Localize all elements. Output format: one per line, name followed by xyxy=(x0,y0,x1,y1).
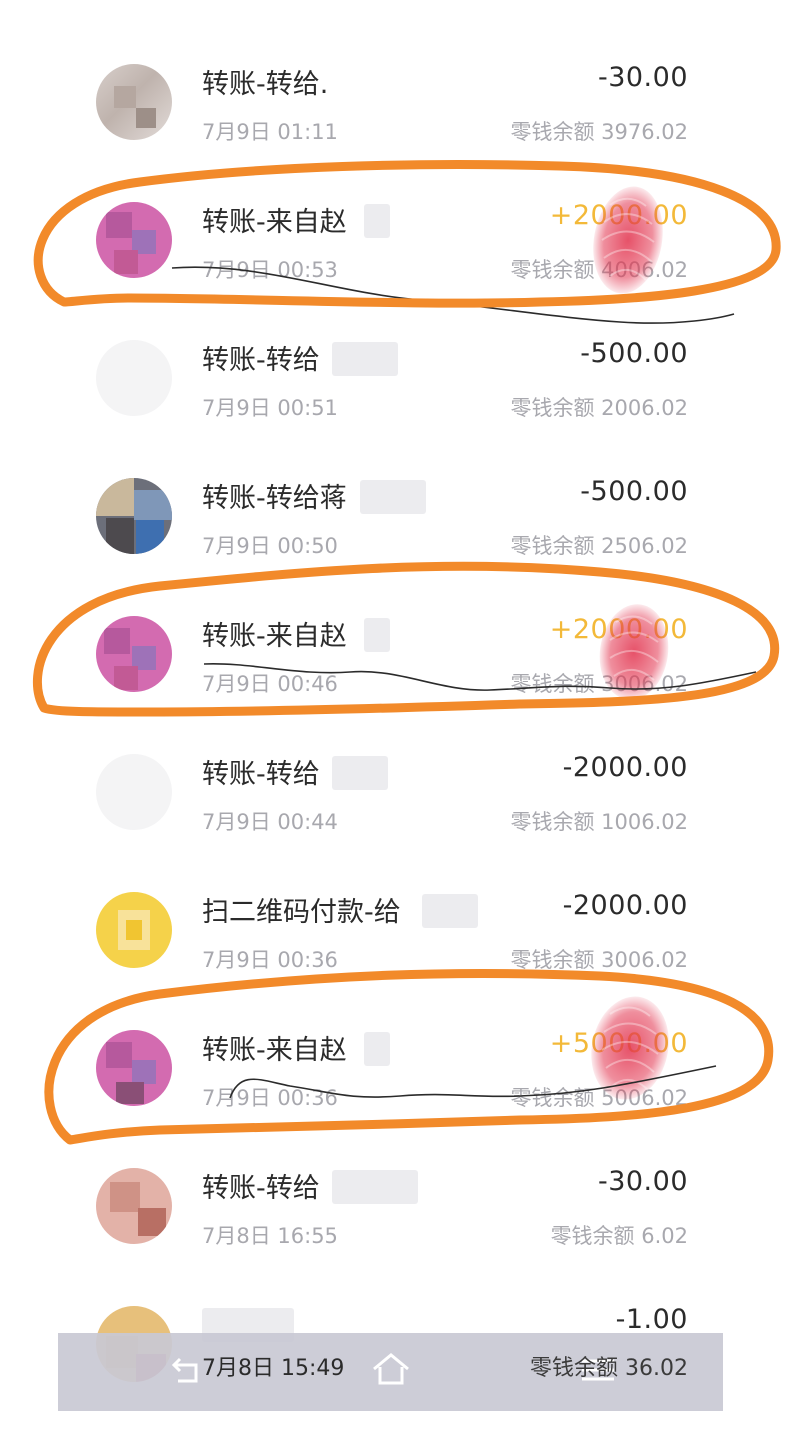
balance-text: 零钱余额 3006.02 xyxy=(510,672,688,696)
balance-text: 零钱余额 2506.02 xyxy=(510,534,688,558)
avatar xyxy=(96,202,172,278)
balance-text: 零钱余额 5006.02 xyxy=(510,1086,688,1110)
avatar xyxy=(96,1030,172,1106)
list-item[interactable]: 转账-转给 7月9日 00:51 -500.00 零钱余额 2006.02 xyxy=(0,312,800,450)
redaction-blur xyxy=(364,204,390,238)
redaction-blur xyxy=(360,480,426,514)
transaction-title: 转账-转给 xyxy=(202,1173,320,1204)
avatar xyxy=(96,340,172,416)
balance-text: 零钱余额 3976.02 xyxy=(510,120,688,144)
list-item[interactable]: 转账-转给 7月8日 16:55 -30.00 零钱余额 6.02 xyxy=(0,1140,800,1278)
redaction-blur xyxy=(422,894,478,928)
transaction-title: 转账-转给 xyxy=(202,759,320,790)
transaction-title: 转账-转给. xyxy=(202,69,329,100)
transaction-time: 7月9日 00:53 xyxy=(202,258,338,282)
redaction-blur xyxy=(364,618,390,652)
balance-text: 零钱余额 3006.02 xyxy=(510,948,688,972)
balance-text: 零钱余额 2006.02 xyxy=(510,396,688,420)
balance-text: 零钱余额 6.02 xyxy=(550,1224,688,1248)
transaction-time: 7月9日 00:50 xyxy=(202,534,338,558)
avatar xyxy=(96,1168,172,1244)
transaction-time: 7月8日 15:49 xyxy=(202,1356,345,1381)
transaction-title: 扫二维码付款-给 xyxy=(202,897,401,928)
transaction-amount: -500.00 xyxy=(580,476,688,507)
transaction-amount: -2000.00 xyxy=(562,890,688,921)
transaction-amount: -500.00 xyxy=(580,338,688,369)
avatar xyxy=(96,754,172,830)
back-icon[interactable] xyxy=(170,1355,206,1385)
list-item[interactable]: 转账-转给. 7月9日 01:11 -30.00 零钱余额 3976.02 xyxy=(0,36,800,174)
transaction-amount: -2000.00 xyxy=(562,752,688,783)
transaction-title: 转账-转给 xyxy=(202,345,320,376)
list-item[interactable]: 转账-转给蒋 7月9日 00:50 -500.00 零钱余额 2506.02 xyxy=(0,450,800,588)
list-item[interactable]: 转账-来自赵 7月9日 00:53 +2000.00 零钱余额 4006.02 xyxy=(0,174,800,312)
transaction-amount: +2000.00 xyxy=(549,200,688,231)
balance-text: 零钱余额 4006.02 xyxy=(510,258,688,282)
transaction-amount: -1.00 xyxy=(615,1304,688,1335)
list-item[interactable]: 扫二维码付款-给 7月9日 00:36 -2000.00 零钱余额 3006.0… xyxy=(0,864,800,1002)
redaction-blur xyxy=(364,1032,390,1066)
transaction-amount: +2000.00 xyxy=(549,614,688,645)
avatar xyxy=(96,64,172,140)
transaction-title: 转账-来自赵 xyxy=(202,1035,347,1066)
transaction-time: 7月9日 00:46 xyxy=(202,672,338,696)
redaction-blur xyxy=(332,1170,418,1204)
transaction-title: 转账-来自赵 xyxy=(202,621,347,652)
transaction-time: 7月9日 00:44 xyxy=(202,810,338,834)
balance-text: 零钱余额 36.02 xyxy=(530,1356,688,1381)
balance-text: 零钱余额 1006.02 xyxy=(510,810,688,834)
redaction-blur xyxy=(332,756,388,790)
avatar xyxy=(96,478,172,554)
transaction-time: 7月9日 01:11 xyxy=(202,120,338,144)
transaction-amount: -30.00 xyxy=(597,1166,688,1197)
transaction-time: 7月9日 00:36 xyxy=(202,948,338,972)
list-item[interactable]: 转账-转给 7月9日 00:44 -2000.00 零钱余额 1006.02 xyxy=(0,726,800,864)
transaction-time: 7月8日 16:55 xyxy=(202,1224,338,1248)
transaction-title: 转账-来自赵 xyxy=(202,207,347,238)
list-item[interactable]: 转账-来自赵 7月9日 00:46 +2000.00 零钱余额 3006.02 xyxy=(0,588,800,726)
transaction-title: 转账-转给蒋 xyxy=(202,483,347,514)
transaction-amount: -30.00 xyxy=(597,62,688,93)
transaction-time: 7月9日 00:36 xyxy=(202,1086,338,1110)
list-item[interactable]: 转账-来自赵 7月9日 00:36 +5000.00 零钱余额 5006.02 xyxy=(0,1002,800,1140)
redaction-blur xyxy=(332,342,398,376)
avatar xyxy=(96,616,172,692)
home-icon[interactable] xyxy=(370,1351,412,1387)
transaction-list-page: 转账-转给. 7月9日 01:11 -30.00 零钱余额 3976.02 转账… xyxy=(0,0,800,1436)
transaction-amount: +5000.00 xyxy=(549,1028,688,1059)
transaction-time: 7月9日 00:51 xyxy=(202,396,338,420)
avatar xyxy=(96,892,172,968)
